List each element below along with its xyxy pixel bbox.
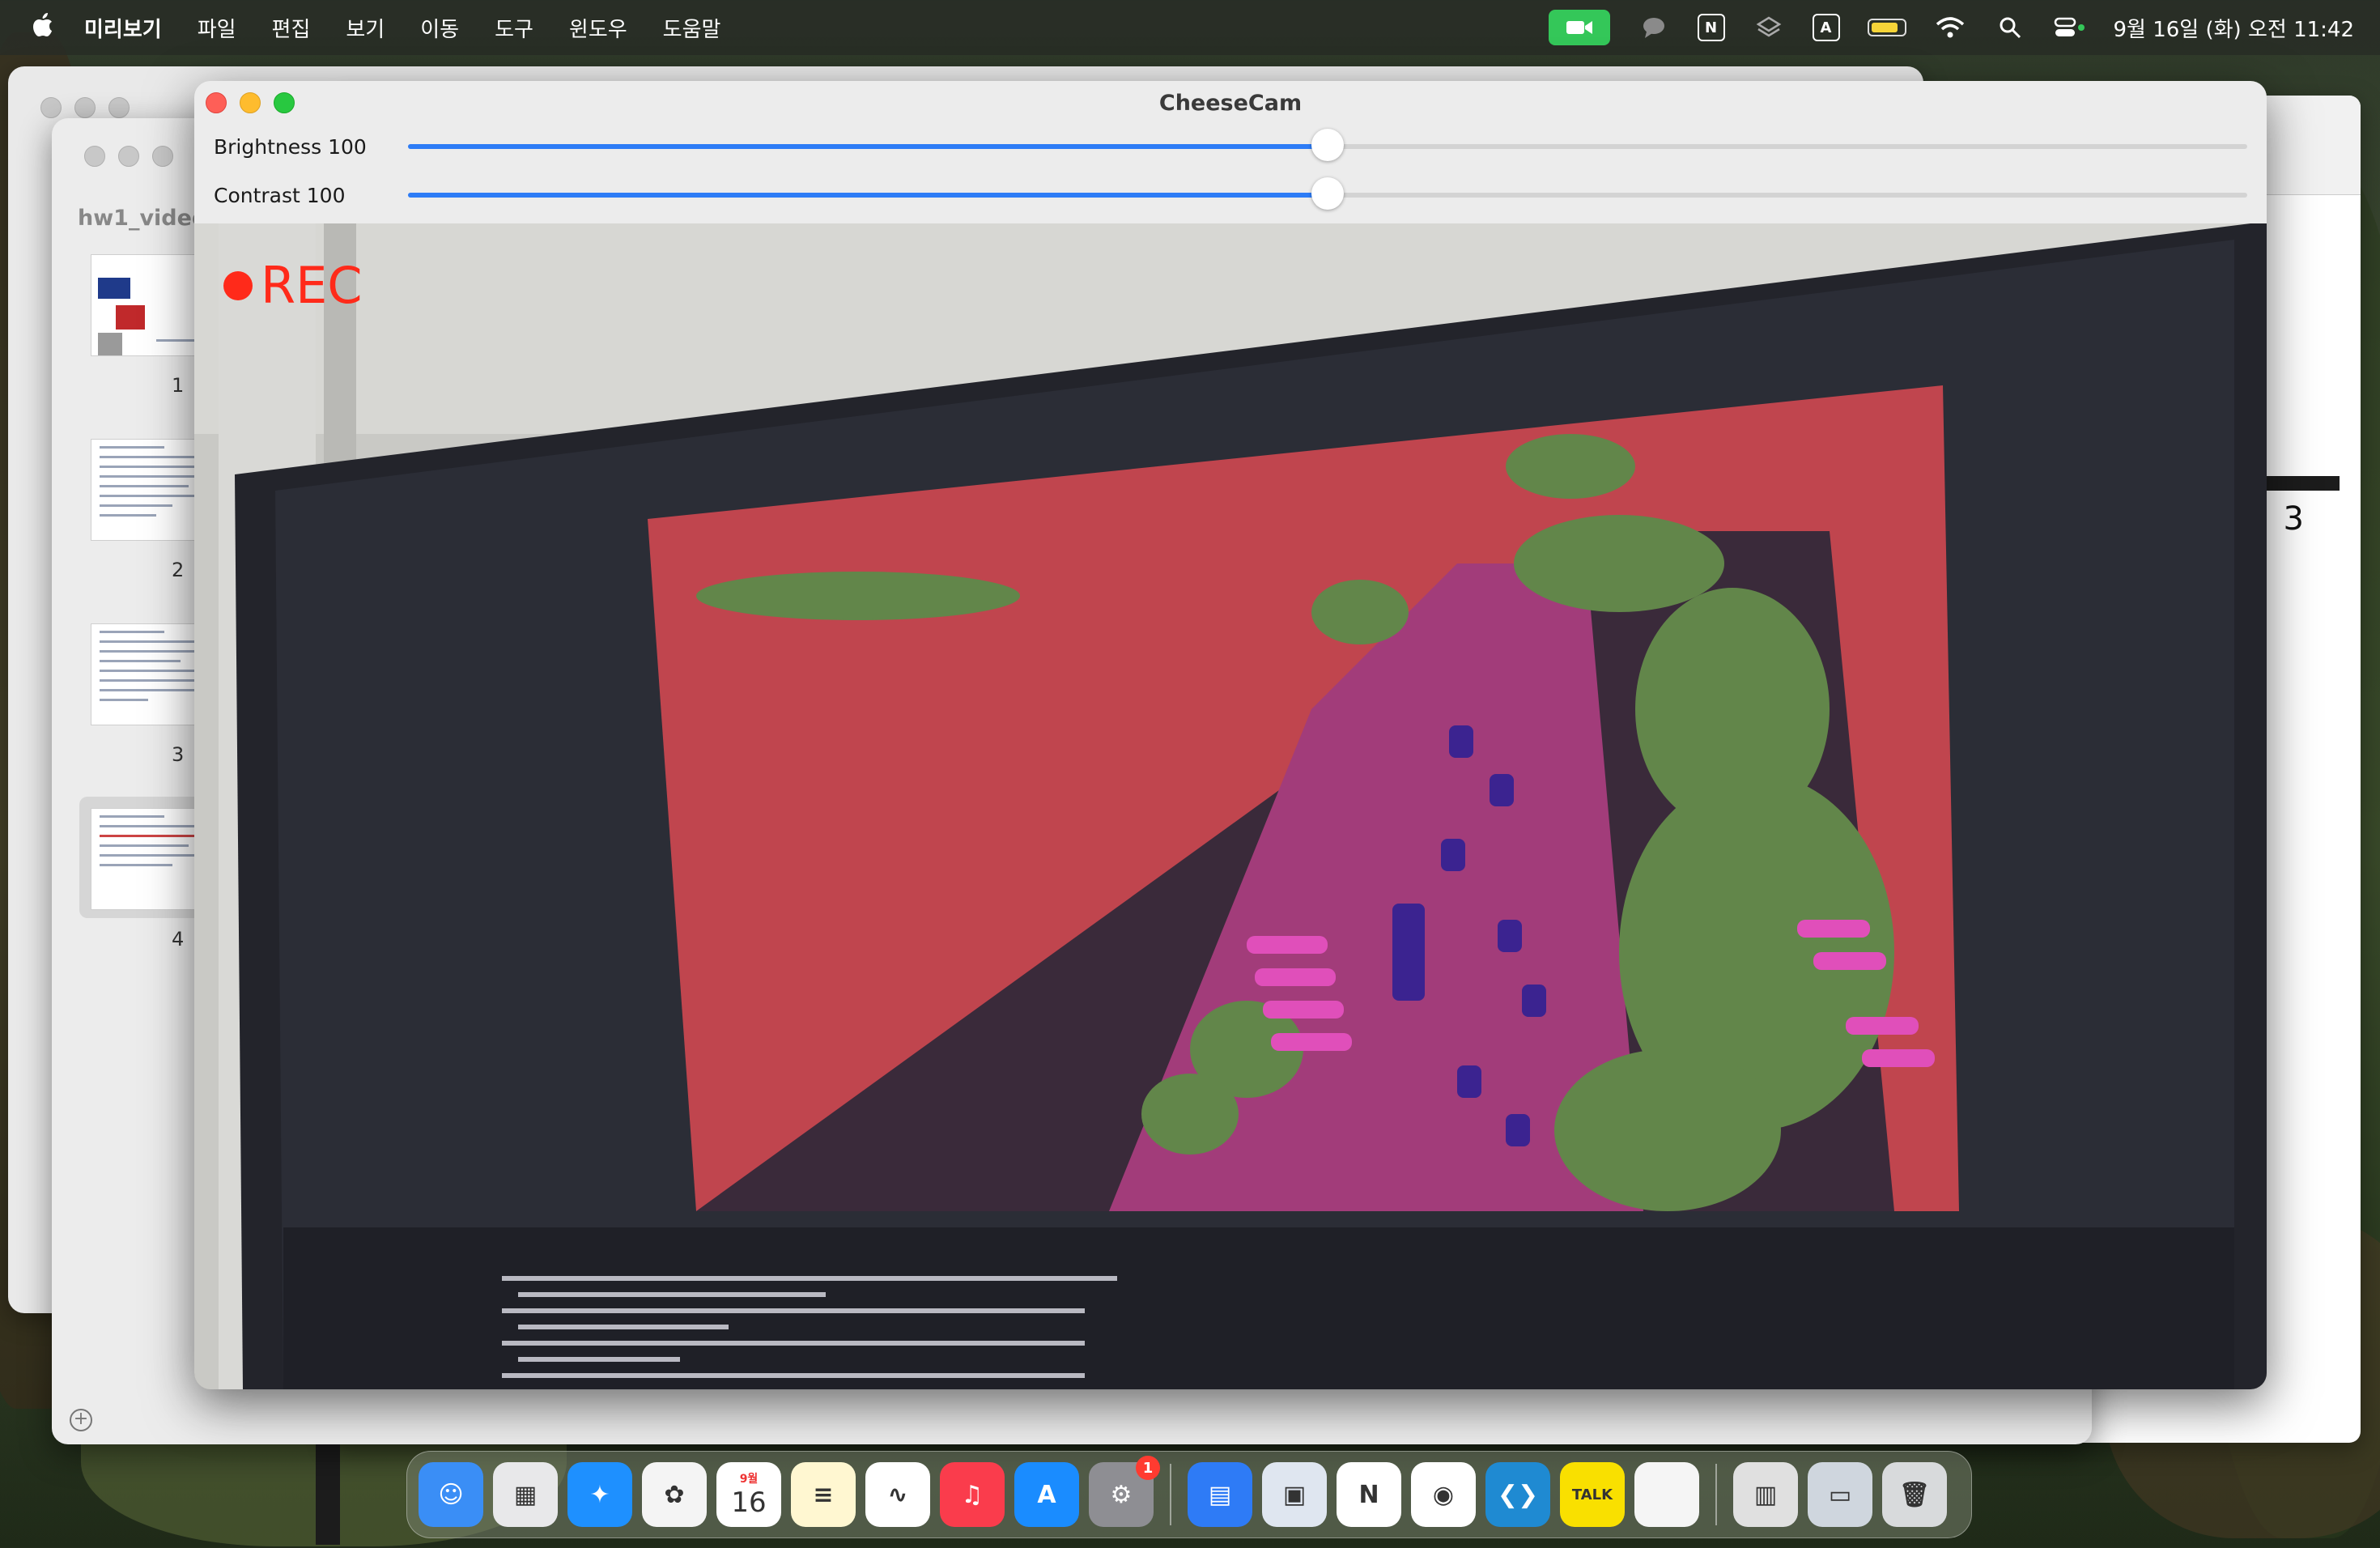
brightness-label: Brightness 100 (214, 134, 367, 159)
logo-block (98, 278, 130, 299)
cheesecam-titlebar: CheeseCam (194, 81, 2267, 126)
chrome-icon[interactable]: ◉ (1411, 1462, 1476, 1527)
contrast-slider[interactable] (408, 177, 2247, 210)
menubar-clock[interactable]: 9월 16일 (화) 오전 11:42 (2114, 13, 2355, 43)
menu-go[interactable]: 이동 (420, 13, 459, 43)
music-glyph: ♫ (961, 1480, 984, 1509)
calendar-month-label: 9월 (739, 1473, 759, 1486)
blank-document-icon[interactable] (1634, 1462, 1699, 1527)
page-number-label: 4 (172, 928, 185, 950)
music-icon[interactable]: ♫ (940, 1462, 1005, 1527)
system-settings-glyph: ⚙ (1110, 1480, 1133, 1509)
zoom-button[interactable] (152, 146, 173, 167)
logo-block (98, 333, 122, 355)
rec-label: REC (261, 256, 363, 315)
preview-glyph: ▣ (1282, 1480, 1307, 1509)
photos-icon[interactable]: ✿ (642, 1462, 707, 1527)
calendar-day-label: 16 (731, 1486, 767, 1519)
add-page-icon[interactable]: + (70, 1409, 92, 1431)
contrast-control: Contrast 100 (214, 175, 2247, 215)
recording-indicator: REC (223, 256, 363, 315)
launchpad-icon[interactable]: ▦ (493, 1462, 558, 1527)
stack-icon[interactable] (1753, 15, 1785, 40)
menu-window[interactable]: 윈도우 (569, 13, 627, 43)
battery-icon[interactable] (1867, 19, 1906, 36)
page-number-label: 1 (172, 374, 185, 397)
page-number-label: 2 (172, 559, 185, 581)
menu-view[interactable]: 보기 (346, 13, 385, 43)
document-stack-glyph: ▥ (1753, 1480, 1778, 1509)
page-number-label: 3 (172, 743, 185, 766)
brightness-slider[interactable] (408, 129, 2247, 161)
close-button[interactable] (84, 146, 105, 167)
window-edge (316, 1440, 340, 1545)
input-method-icon[interactable]: A (1812, 14, 1840, 41)
notion-icon[interactable]: N (1697, 14, 1725, 41)
facetime-camera-icon[interactable] (1548, 10, 1610, 45)
preview-window-controls (84, 146, 173, 167)
menu-file[interactable]: 파일 (198, 13, 236, 43)
vscode-glyph: ❮❯ (1497, 1480, 1539, 1509)
minimized-window-icon[interactable]: ▭ (1808, 1462, 1872, 1527)
notes-icon[interactable]: ≡ (791, 1462, 856, 1527)
dock: ☺ ▦ ✦ ✿ 9월 16 ≡ ∿ ♫ A ⚙ 1 ▤ ▣ N ◉ ❮❯ TALK ▥ ▭ 🗑 (406, 1451, 1972, 1538)
safari-glyph: ✦ (589, 1480, 610, 1509)
notification-badge: 1 (1136, 1456, 1160, 1480)
finder-glyph: ☺ (438, 1480, 464, 1509)
trash-icon[interactable]: 🗑 (1882, 1462, 1947, 1527)
keynote-glyph: ▤ (1208, 1480, 1232, 1509)
dock-separator (1170, 1464, 1171, 1525)
system-settings-icon[interactable]: ⚙ 1 (1089, 1456, 1160, 1527)
cheesecam-window[interactable]: CheeseCam Brightness 100 Contrast 100 RE… (194, 81, 2267, 1389)
spotlight-search-icon[interactable] (1994, 15, 2026, 40)
contrast-slider-knob[interactable] (1311, 177, 1344, 210)
menu-bar: 미리보기 파일 편집 보기 이동 도구 윈도우 도움말 N A 9월 16일 (… (0, 0, 2380, 55)
notion-app-glyph: N (1358, 1480, 1379, 1509)
menu-tools[interactable]: 도구 (495, 13, 533, 43)
window-title: CheeseCam (1158, 91, 1303, 116)
brightness-control: Brightness 100 (214, 126, 2247, 167)
app-store-glyph: A (1037, 1480, 1056, 1509)
document-stack-icon[interactable]: ▥ (1733, 1462, 1798, 1527)
kakaotalk-glyph: TALK (1571, 1486, 1613, 1503)
camera-frame-image (194, 223, 2267, 1389)
record-dot-icon (223, 270, 253, 300)
launchpad-glyph: ▦ (513, 1480, 538, 1509)
keynote-icon[interactable]: ▤ (1188, 1462, 1252, 1527)
chat-bubble-icon[interactable] (1638, 15, 1670, 40)
dock-separator (1715, 1464, 1717, 1525)
preview-icon[interactable]: ▣ (1262, 1462, 1327, 1527)
control-center-icon[interactable] (2054, 15, 2086, 40)
notes-glyph: ≡ (813, 1480, 834, 1509)
apple-menu-icon[interactable] (32, 12, 52, 43)
logo-block (116, 305, 145, 330)
minimize-button[interactable] (118, 146, 139, 167)
app-store-icon[interactable]: A (1014, 1462, 1079, 1527)
finder-icon[interactable]: ☺ (419, 1462, 483, 1527)
brightness-slider-fill (408, 144, 1328, 149)
menu-app-name[interactable]: 미리보기 (84, 13, 162, 43)
freeform-icon[interactable]: ∿ (865, 1462, 930, 1527)
notion-app-icon[interactable]: N (1337, 1462, 1401, 1527)
camera-video-feed: REC (194, 223, 2267, 1389)
contrast-slider-fill (408, 193, 1328, 198)
calendar-icon[interactable]: 9월 16 (716, 1462, 781, 1527)
safari-icon[interactable]: ✦ (567, 1462, 632, 1527)
contrast-label: Contrast 100 (214, 183, 346, 207)
menu-help[interactable]: 도움말 (663, 13, 721, 43)
minimized-window-glyph: ▭ (1828, 1480, 1852, 1509)
wifi-icon[interactable] (1934, 15, 1966, 40)
menu-edit[interactable]: 편집 (272, 13, 311, 43)
page-number: 3 (2283, 500, 2304, 538)
brightness-slider-knob[interactable] (1311, 129, 1344, 161)
vscode-icon[interactable]: ❮❯ (1485, 1462, 1550, 1527)
chrome-glyph: ◉ (1432, 1480, 1455, 1509)
background-window-controls (40, 97, 130, 118)
photos-glyph: ✿ (664, 1480, 685, 1509)
kakaotalk-icon[interactable]: TALK (1560, 1462, 1625, 1527)
trash-glyph: 🗑 (1898, 1480, 1931, 1509)
freeform-glyph: ∿ (887, 1480, 908, 1509)
